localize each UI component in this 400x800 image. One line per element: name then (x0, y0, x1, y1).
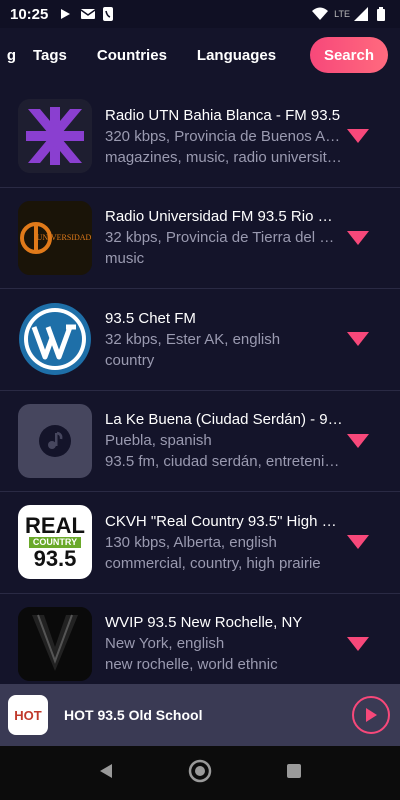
wvip-logo (18, 606, 92, 681)
now-playing-title: HOT 93.5 Old School (64, 707, 203, 723)
station-details: 130 kbps, Alberta, english (105, 533, 277, 551)
station-tags: new rochelle, world ethnic (105, 656, 278, 674)
list-item[interactable]: La Ke Buena (Ciudad Serdán) - 93.5 Puebl… (0, 391, 400, 492)
status-bar: 10:25 LTE (0, 0, 400, 28)
station-tags: 93.5 fm, ciudad serdán, entretenimiento (105, 453, 343, 471)
tab-countries[interactable]: Countries (82, 37, 182, 73)
favorite-heart-icon[interactable] (346, 532, 370, 552)
mini-player[interactable]: HOT HOT 93.5 Old School (0, 684, 400, 746)
favorite-heart-icon[interactable] (346, 228, 370, 248)
now-playing-logo: HOT (8, 695, 48, 735)
list-item[interactable]: Radio UTN Bahia Blanca - FM 93.5 320 kbp… (0, 86, 400, 188)
list-item[interactable]: UNIVERSIDAD Radio Universidad FM 93.5 Ri… (0, 188, 400, 289)
station-logo (18, 606, 92, 681)
station-logo (18, 302, 92, 376)
mail-notification-icon (80, 7, 96, 21)
recents-icon[interactable] (285, 762, 303, 785)
network-type-label: LTE (334, 9, 350, 19)
wifi-icon (312, 7, 329, 21)
play-button[interactable] (352, 696, 390, 734)
tab-languages[interactable]: Languages (182, 37, 280, 73)
real-country-logo: REAL COUNTRY 93.5 (25, 512, 85, 571)
station-details: 32 kbps, Ester AK, english (105, 330, 281, 348)
station-logo: UNIVERSIDAD (18, 200, 92, 275)
battery-icon (376, 7, 390, 21)
list-item[interactable]: REAL COUNTRY 93.5 CKVH "Real Country 93.… (0, 492, 400, 594)
station-name: Radio Universidad FM 93.5 Rio Grande (105, 208, 343, 226)
station-name: WVIP 93.5 New Rochelle, NY (105, 614, 303, 632)
signal-icon (354, 7, 368, 21)
utn-logo (18, 99, 92, 174)
list-item[interactable]: WVIP 93.5 New Rochelle, NY New York, eng… (0, 594, 400, 685)
station-details: 320 kbps, Provincia de Buenos Aires (105, 127, 343, 145)
station-tags: country (105, 351, 155, 369)
station-name: 93.5 Chet FM (105, 309, 196, 327)
favorite-heart-icon[interactable] (346, 431, 370, 451)
status-time: 10:25 (10, 5, 49, 23)
station-name: La Ke Buena (Ciudad Serdán) - 93.5 (105, 411, 343, 429)
play-icon (366, 708, 377, 722)
tab-partial[interactable]: g (0, 37, 18, 73)
list-item[interactable]: 93.5 Chet FM 32 kbps, Ester AK, english … (0, 289, 400, 391)
station-tags: magazines, music, radio universitaria (105, 148, 343, 166)
music-note-icon (39, 424, 71, 457)
station-name: CKVH "Real Country 93.5" High Prairie (105, 512, 343, 530)
phone-notification-icon (102, 7, 116, 21)
favorite-heart-icon[interactable] (346, 126, 370, 146)
play-notification-icon (58, 7, 72, 21)
tab-search[interactable]: Search (309, 37, 388, 73)
station-logo: REAL COUNTRY 93.5 (18, 505, 92, 580)
favorite-heart-icon[interactable] (346, 329, 370, 349)
home-icon[interactable] (188, 759, 212, 788)
category-tab-bar: g Tags Countries Languages Search (0, 28, 400, 82)
station-tags: commercial, country, high prairie (105, 554, 321, 572)
station-tags: music (105, 250, 145, 268)
tab-tags[interactable]: Tags (18, 37, 82, 73)
station-logo (18, 403, 92, 478)
wordpress-logo (19, 303, 91, 376)
station-name: Radio UTN Bahia Blanca - FM 93.5 (105, 106, 341, 124)
station-details: Puebla, spanish (105, 432, 212, 450)
system-navigation-bar (0, 746, 400, 800)
back-icon[interactable] (97, 762, 115, 785)
station-list[interactable]: Radio UTN Bahia Blanca - FM 93.5 320 kbp… (0, 86, 400, 684)
favorite-heart-icon[interactable] (346, 634, 370, 654)
station-details: 32 kbps, Provincia de Tierra del Fuego (105, 229, 343, 247)
station-logo (18, 99, 92, 174)
station-details: New York, english (105, 635, 225, 653)
